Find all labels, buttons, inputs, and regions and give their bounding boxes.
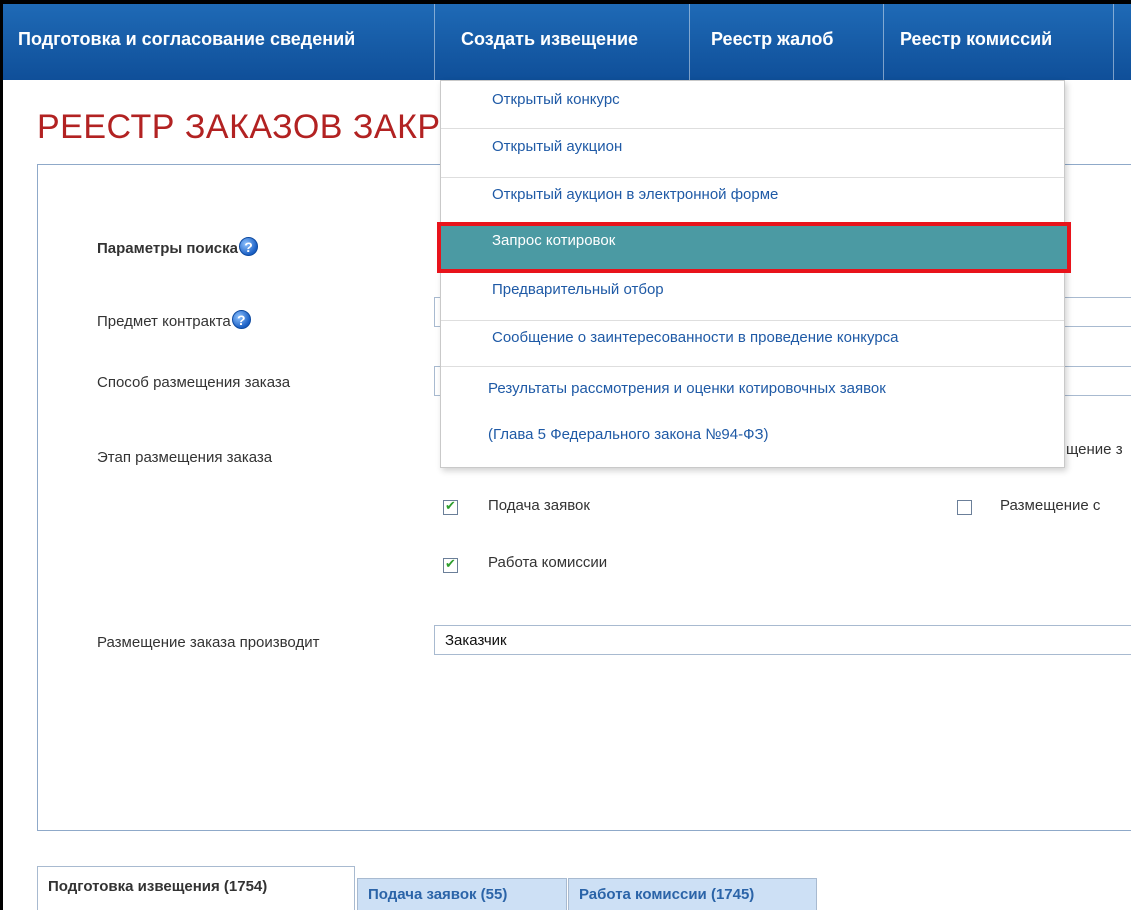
placer-label: Размещение заказа производит (97, 634, 320, 651)
menu-item-chapter5-note[interactable]: (Глава 5 Федерального закона №94-ФЗ) (441, 425, 1064, 455)
create-notice-dropdown: Открытый конкурс Открытый аукцион Открыт… (437, 80, 1071, 468)
tab-submission[interactable]: Подача заявок (55) (357, 878, 567, 910)
nav-complaints-registry[interactable]: Реестр жалоб (690, 4, 884, 80)
menu-separator (441, 177, 1064, 178)
menu-item-open-auction[interactable]: Открытый аукцион (441, 136, 1064, 172)
window-frame-left (0, 0, 3, 910)
nav-preparation[interactable]: Подготовка и согласование сведений (3, 4, 435, 80)
checkbox-placement-right[interactable] (957, 500, 972, 515)
checkbox-submission[interactable] (443, 498, 458, 515)
checkbox-placement-right-label: Размещение с (1000, 497, 1101, 514)
menu-item-quotation-results[interactable]: Результаты рассмотрения и оценки котиров… (441, 379, 1064, 409)
placement-stage-label: Этап размещения заказа (97, 449, 273, 466)
search-params-label: Параметры поиска? (97, 237, 258, 259)
contract-subject-text: Предмет контракта (97, 313, 231, 330)
menu-separator (441, 366, 1064, 367)
menu-item-interest-message[interactable]: Сообщение о заинтересованности в проведе… (441, 327, 1064, 363)
menu-item-quotation-request[interactable]: Запрос котировок (437, 222, 1071, 273)
menu-item-open-tender[interactable]: Открытый конкурс (441, 89, 1064, 125)
menu-item-preselection[interactable]: Предварительный отбор (441, 279, 1064, 315)
menu-separator (441, 224, 1064, 225)
checkbox-submission-label: Подача заявок (488, 497, 590, 514)
search-params-text: Параметры поиска (97, 240, 238, 257)
placer-select[interactable]: Заказчик (434, 625, 1131, 655)
tab-commission[interactable]: Работа комиссии (1745) (568, 878, 817, 910)
contract-subject-label: Предмет контракта? (97, 310, 251, 332)
checkbox-commission[interactable] (443, 556, 458, 573)
menu-item-electronic-auction[interactable]: Открытый аукцион в электронной форме (441, 184, 1064, 220)
page-title: РЕЕСТР ЗАКАЗОВ ЗАКР (37, 108, 441, 146)
help-icon[interactable]: ? (231, 310, 251, 329)
tab-preparation[interactable]: Подготовка извещения (1754) (37, 866, 355, 910)
help-icon[interactable]: ? (239, 237, 258, 256)
menu-separator (441, 320, 1064, 321)
nav-create-notice[interactable]: Создать извещение (435, 4, 690, 80)
nav-commissions-registry[interactable]: Реестр комиссий (884, 4, 1114, 80)
stage-right-partial-label: щение з (1066, 441, 1123, 458)
placement-method-label: Способ размещения заказа (97, 374, 291, 391)
menu-separator (441, 128, 1064, 129)
main-navbar: Подготовка и согласование сведений Созда… (3, 4, 1131, 80)
checkbox-commission-label: Работа комиссии (488, 554, 608, 571)
